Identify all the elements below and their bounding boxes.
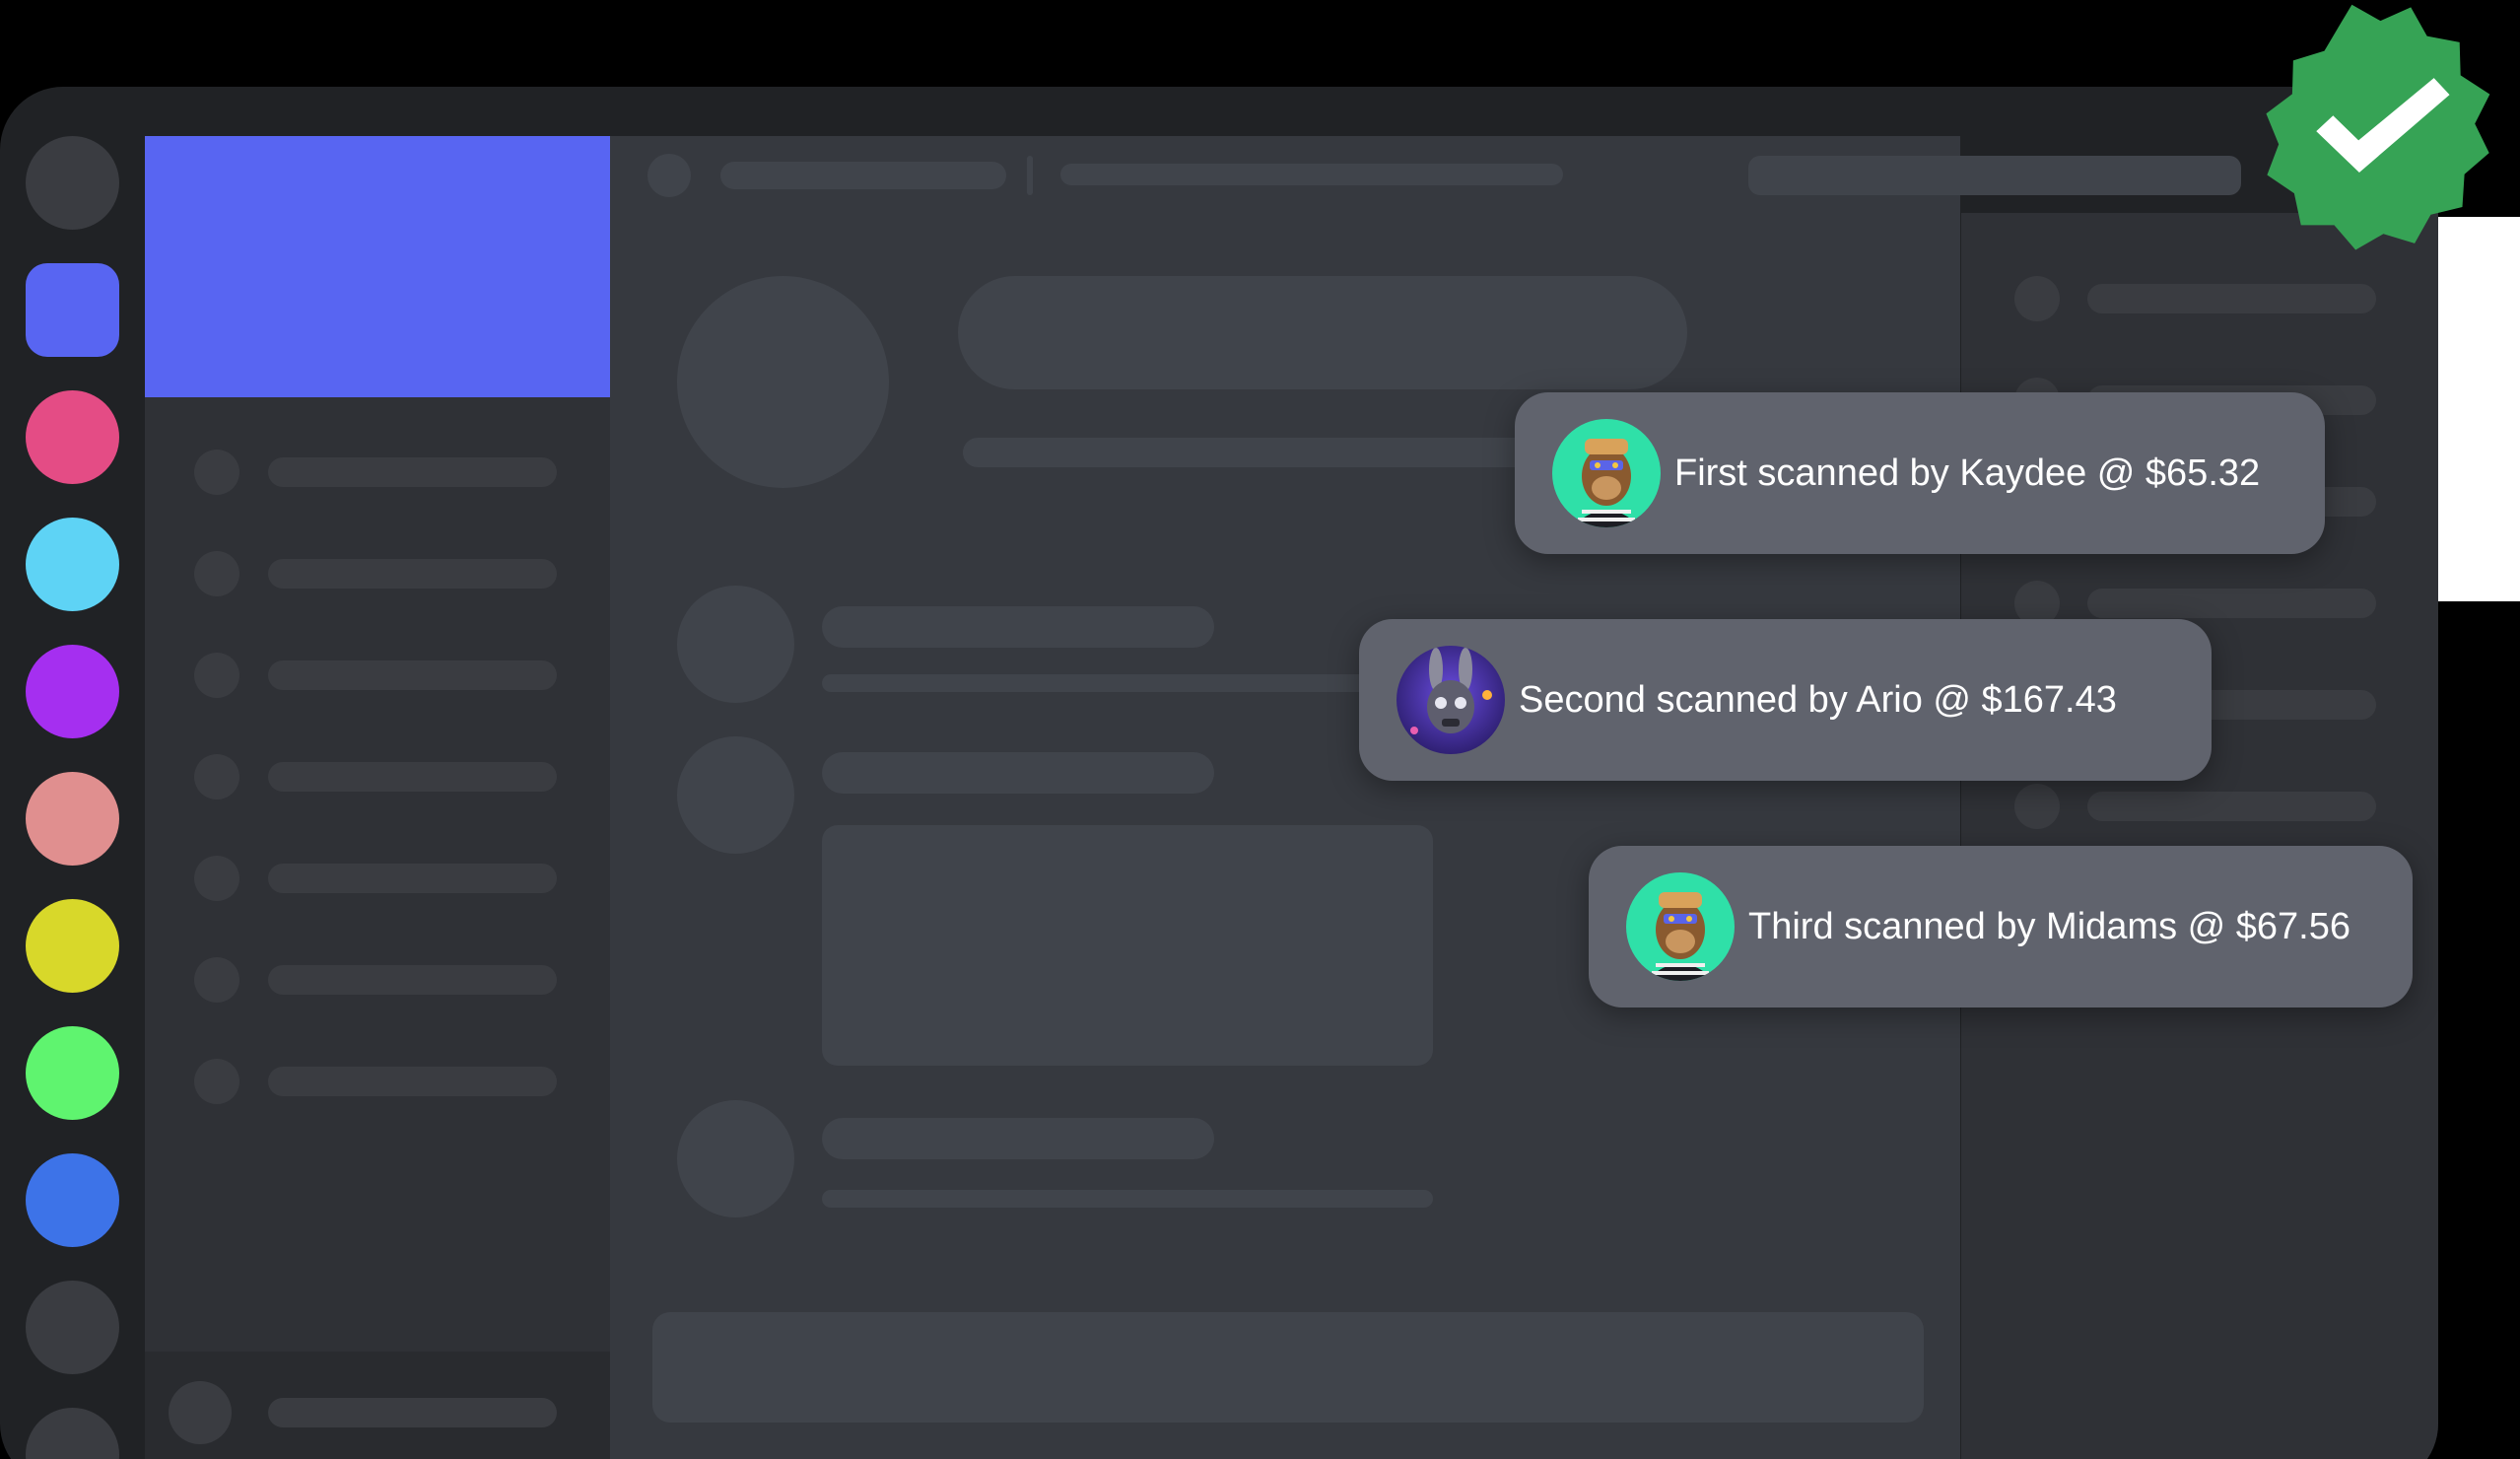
search-input[interactable] [1748, 156, 2241, 195]
channel-icon [194, 450, 239, 495]
notification-text: Third scanned by Midams @ $67.56 [1748, 906, 2350, 947]
notification-text: First scanned by Kaydee @ $65.32 [1674, 452, 2261, 494]
channel-item-placeholder[interactable] [268, 864, 557, 893]
server-icon-blue[interactable] [26, 1153, 119, 1247]
channel-item-placeholder[interactable] [268, 660, 557, 690]
server-icon-yellow[interactable] [26, 899, 119, 993]
server-icon-green[interactable] [26, 1026, 119, 1120]
channel-icon [194, 856, 239, 901]
channel-hash-icon [647, 154, 691, 197]
channel-icon [194, 957, 239, 1003]
header-divider [1027, 156, 1033, 195]
channel-item-placeholder[interactable] [268, 1067, 557, 1096]
user-name-placeholder [268, 1398, 557, 1427]
message-avatar[interactable] [677, 1100, 794, 1217]
member-name-placeholder [2087, 284, 2376, 313]
welcome-avatar [677, 276, 889, 488]
app-screenshot: First scanned by Kaydee @ $65.32 Second … [0, 0, 2520, 1459]
message-author-placeholder [822, 752, 1214, 794]
channel-icon [194, 754, 239, 799]
notification-text: Second scanned by Ario @ $167.43 [1519, 679, 2117, 721]
scan-notification[interactable]: Third scanned by Midams @ $67.56 [1589, 846, 2413, 1007]
member-avatar[interactable] [2014, 784, 2060, 829]
message-author-placeholder [822, 1118, 1214, 1159]
channel-item-placeholder[interactable] [268, 457, 557, 487]
channel-sidebar [145, 136, 610, 1459]
welcome-subtitle-placeholder [963, 438, 1574, 467]
scan-notification[interactable]: First scanned by Kaydee @ $65.32 [1515, 392, 2325, 554]
message-text-placeholder [822, 674, 1433, 692]
message-avatar[interactable] [677, 736, 794, 854]
server-icon-explore[interactable] [26, 1408, 119, 1459]
member-name-placeholder [2087, 792, 2376, 821]
robot-rabbit-avatar-icon [1396, 646, 1505, 754]
server-icon-cyan[interactable] [26, 518, 119, 611]
message-avatar[interactable] [677, 586, 794, 703]
channel-topic-placeholder [1060, 164, 1563, 185]
server-icon-add[interactable] [26, 1281, 119, 1374]
server-icon-salmon[interactable] [26, 772, 119, 866]
channel-icon [194, 551, 239, 596]
verified-check-icon [2235, 0, 2520, 266]
channel-icon [194, 1059, 239, 1104]
server-icon-purple[interactable] [26, 645, 119, 738]
member-name-placeholder [2087, 589, 2376, 618]
server-icon-pink[interactable] [26, 390, 119, 484]
channel-item-placeholder[interactable] [268, 559, 557, 589]
member-avatar[interactable] [2014, 276, 2060, 321]
message-author-placeholder [822, 606, 1214, 648]
chat-area [610, 136, 2241, 1459]
message-text-placeholder [822, 1190, 1433, 1208]
user-avatar[interactable] [169, 1381, 232, 1444]
channel-item-placeholder[interactable] [268, 762, 557, 792]
server-icon-home[interactable] [26, 136, 119, 230]
welcome-title-placeholder [958, 276, 1687, 389]
channel-icon [194, 653, 239, 698]
message-attachment-placeholder[interactable] [822, 825, 1433, 1066]
server-banner[interactable] [145, 136, 610, 397]
message-input[interactable] [652, 1312, 1924, 1423]
server-icon-active[interactable] [26, 263, 119, 357]
ape-avatar-icon [1552, 419, 1661, 527]
channel-item-placeholder[interactable] [268, 965, 557, 995]
channel-name-placeholder [720, 162, 1006, 189]
scan-notification[interactable]: Second scanned by Ario @ $167.43 [1359, 619, 2212, 781]
user-panel [145, 1352, 610, 1459]
ape-avatar-icon [1626, 872, 1735, 981]
